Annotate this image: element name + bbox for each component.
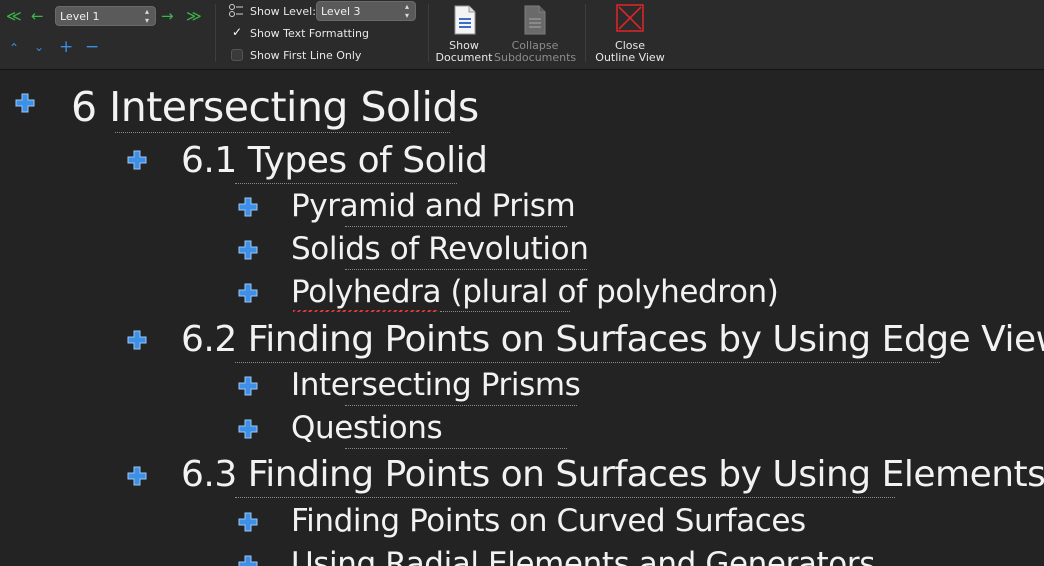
promote-icon[interactable]: ← bbox=[31, 8, 44, 24]
text-underline bbox=[235, 362, 940, 363]
outline-heading-level-2[interactable]: 6.3 Finding Points on Surfaces by Using … bbox=[181, 454, 1044, 495]
show-document-icon bbox=[454, 5, 476, 35]
expand-plus-icon[interactable] bbox=[126, 465, 148, 487]
text-underline bbox=[345, 226, 567, 227]
show-level-value: Level 3 bbox=[321, 5, 361, 18]
text-underline bbox=[235, 183, 457, 184]
demote-icon[interactable]: → bbox=[161, 8, 174, 24]
demote-to-body-text-icon[interactable]: ≫ bbox=[186, 8, 202, 24]
outline-heading-level-2[interactable]: 6.2 Finding Points on Surfaces by Using … bbox=[181, 319, 1044, 360]
text-underline bbox=[115, 132, 450, 133]
expand-plus-icon[interactable] bbox=[237, 196, 259, 218]
show-text-formatting-checkbox[interactable]: ✓ bbox=[231, 26, 243, 38]
outline-heading-level-3[interactable]: Finding Points on Curved Surfaces bbox=[291, 503, 806, 539]
expand-icon[interactable]: + bbox=[59, 39, 73, 56]
text-underline bbox=[235, 497, 895, 498]
ribbon-separator bbox=[215, 4, 216, 62]
close-outline-view-button[interactable]: Close Outline View bbox=[590, 40, 670, 64]
select-chevron-icon: ▴ ▾ bbox=[404, 2, 409, 20]
show-document-label-2: Document bbox=[435, 51, 493, 64]
outline-document: 6 Intersecting Solids 6.1 Types of Solid… bbox=[0, 70, 1044, 566]
collapse-icon[interactable]: − bbox=[85, 39, 99, 56]
expand-plus-icon[interactable] bbox=[126, 329, 148, 351]
outline-heading-level-3[interactable]: Using Radial Elements and Generators bbox=[291, 546, 875, 566]
move-down-icon[interactable]: ⌄ bbox=[34, 39, 44, 55]
outline-heading-level-1[interactable]: 6 Intersecting Solids bbox=[71, 83, 479, 131]
outline-level-value: Level 1 bbox=[60, 10, 100, 23]
text-underline bbox=[345, 448, 567, 449]
show-level-label: Show Level: bbox=[250, 5, 316, 18]
close-outline-view-icon bbox=[616, 4, 644, 32]
outline-level-select[interactable]: Level 1 ▴ ▾ bbox=[55, 6, 156, 26]
ribbon-separator bbox=[428, 4, 429, 62]
collapse-subdocuments-button[interactable]: Collapse Subdocuments bbox=[494, 40, 576, 64]
expand-plus-icon[interactable] bbox=[126, 149, 148, 171]
show-level-select[interactable]: Level 3 ▴ ▾ bbox=[316, 1, 416, 21]
close-outline-view-label-2: Outline View bbox=[595, 51, 665, 64]
show-first-line-only-checkbox[interactable] bbox=[231, 49, 243, 61]
move-up-icon[interactable]: ⌃ bbox=[9, 40, 19, 56]
show-level-icon bbox=[229, 4, 243, 17]
text-underline bbox=[440, 311, 570, 312]
collapse-subdocuments-icon bbox=[524, 5, 546, 35]
outline-heading-level-3[interactable]: Questions bbox=[291, 410, 443, 446]
text-underline bbox=[345, 405, 577, 406]
expand-plus-icon[interactable] bbox=[14, 92, 36, 114]
show-text-formatting-label: Show Text Formatting bbox=[250, 27, 370, 40]
expand-plus-icon[interactable] bbox=[237, 554, 259, 566]
text-underline bbox=[345, 269, 587, 270]
select-chevron-icon: ▴ ▾ bbox=[144, 7, 149, 25]
expand-plus-icon[interactable] bbox=[237, 239, 259, 261]
ribbon-separator bbox=[585, 4, 586, 62]
expand-plus-icon[interactable] bbox=[237, 418, 259, 440]
expand-plus-icon[interactable] bbox=[237, 375, 259, 397]
outline-heading-level-3[interactable]: Polyhedra (plural of polyhedron) bbox=[291, 274, 779, 310]
show-first-line-only-label: Show First Line Only bbox=[250, 49, 362, 62]
outline-heading-level-3[interactable]: Intersecting Prisms bbox=[291, 367, 581, 403]
promote-to-heading-1-icon[interactable]: ≪ bbox=[6, 8, 22, 24]
expand-plus-icon[interactable] bbox=[237, 282, 259, 304]
outline-heading-level-2[interactable]: 6.1 Types of Solid bbox=[181, 140, 488, 181]
collapse-subdocuments-label-2: Subdocuments bbox=[494, 51, 577, 64]
outline-heading-level-3[interactable]: Solids of Revolution bbox=[291, 231, 589, 267]
outlining-ribbon: ≪ ← Level 1 ▴ ▾ → ≫ ⌃ ⌄ + − Show Level: L… bbox=[0, 0, 1044, 70]
spelling-error-underline bbox=[293, 310, 439, 312]
expand-plus-icon[interactable] bbox=[237, 511, 259, 533]
outline-heading-level-3[interactable]: Pyramid and Prism bbox=[291, 188, 576, 224]
show-document-button[interactable]: Show Document bbox=[434, 40, 494, 64]
